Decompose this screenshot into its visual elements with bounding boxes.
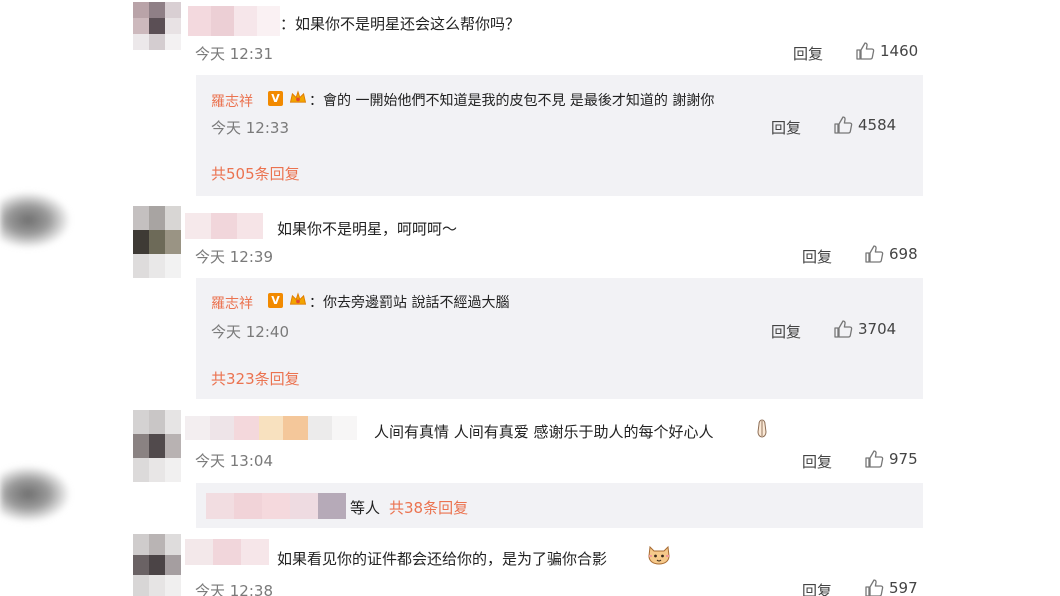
blurred-edge-artifact [0,192,70,248]
reply-box: 羅志祥 V ：你去旁邊罰站 說話不經過大腦 今天 12:40 回复 3704 共… [196,278,923,399]
like-button[interactable]: 698 [864,244,918,264]
thumbs-up-icon [834,116,853,134]
like-count: 3704 [858,320,897,338]
view-replies-link[interactable]: 共323条回复 [211,368,300,389]
reply-time: 今天 12:40 [211,323,289,341]
comment-text: ：如果你不是明星还会这么帮你吗？ [280,15,521,33]
like-button[interactable]: 975 [864,449,918,469]
like-button[interactable]: 4584 [833,115,896,135]
like-count: 1460 [880,42,919,60]
reply-usernames[interactable] [206,493,346,519]
member-crown-icon [289,90,307,103]
comment-time: 今天 12:38 [195,582,273,596]
comment-time: 今天 12:39 [195,248,273,266]
like-button[interactable]: 1460 [855,41,918,61]
comment-text: 如果你不是明星，呵呵呵～ [277,220,458,238]
reply-button[interactable]: 回复 [802,246,832,267]
reply-username[interactable]: 羅志祥 [211,91,253,111]
avatar[interactable] [133,2,181,50]
avatar[interactable] [133,410,181,482]
pray-emoji-icon [757,419,767,438]
reply-summary-prefix: 等人 [350,499,381,517]
reply-text: ：會的 一開始他們不知道是我的皮包不見 是最後才知道的 謝謝你 [309,93,715,109]
comment-text: 如果看见你的证件都会还给你的，是为了骗你合影 [277,550,608,568]
thumbs-up-icon [865,245,884,263]
like-count: 698 [889,245,918,263]
thumbs-up-icon [834,320,853,338]
member-crown-icon [289,292,307,305]
reply-summary-box: 等人 共38条回复 [196,483,923,528]
verified-v-badge: V [268,293,283,308]
avatar[interactable] [133,206,181,278]
reply-button[interactable]: 回复 [793,43,823,64]
like-button[interactable]: 597 [864,578,918,596]
view-replies-link[interactable]: 共38条回复 [389,497,468,518]
comment-feed: ：如果你不是明星还会这么帮你吗？ 今天 12:31 回复 1460 羅志祥 V … [133,0,930,596]
like-count: 975 [889,450,918,468]
verified-v-badge: V [268,91,283,106]
like-count: 4584 [858,116,897,134]
reply-time: 今天 12:33 [211,119,289,137]
username[interactable] [185,539,269,565]
reply-button[interactable]: 回复 [802,580,832,596]
blurred-edge-artifact [0,466,70,522]
comment-text: 人间有真情 人间有真爱 感谢乐于助人的每个好心人 [374,423,714,441]
reply-button[interactable]: 回复 [802,451,832,472]
reply-username[interactable]: 羅志祥 [211,293,253,313]
reply-button[interactable]: 回复 [771,321,801,342]
reply-text: ：你去旁邊罰站 說話不經過大腦 [309,295,510,311]
thumbs-up-icon [865,579,884,596]
username[interactable] [185,416,357,440]
avatar[interactable] [133,534,181,596]
username[interactable] [188,6,280,36]
like-count: 597 [889,579,918,596]
username[interactable] [185,213,263,239]
reply-button[interactable]: 回复 [771,117,801,138]
comment-time: 今天 12:31 [195,45,273,63]
reply-box: 羅志祥 V ：會的 一開始他們不知道是我的皮包不見 是最後才知道的 謝謝你 今天… [196,75,923,196]
view-replies-link[interactable]: 共505条回复 [211,163,300,184]
cat-emoji-icon [648,545,670,565]
comment-time: 今天 13:04 [195,452,273,470]
thumbs-up-icon [856,42,875,60]
like-button[interactable]: 3704 [833,319,896,339]
thumbs-up-icon [865,450,884,468]
